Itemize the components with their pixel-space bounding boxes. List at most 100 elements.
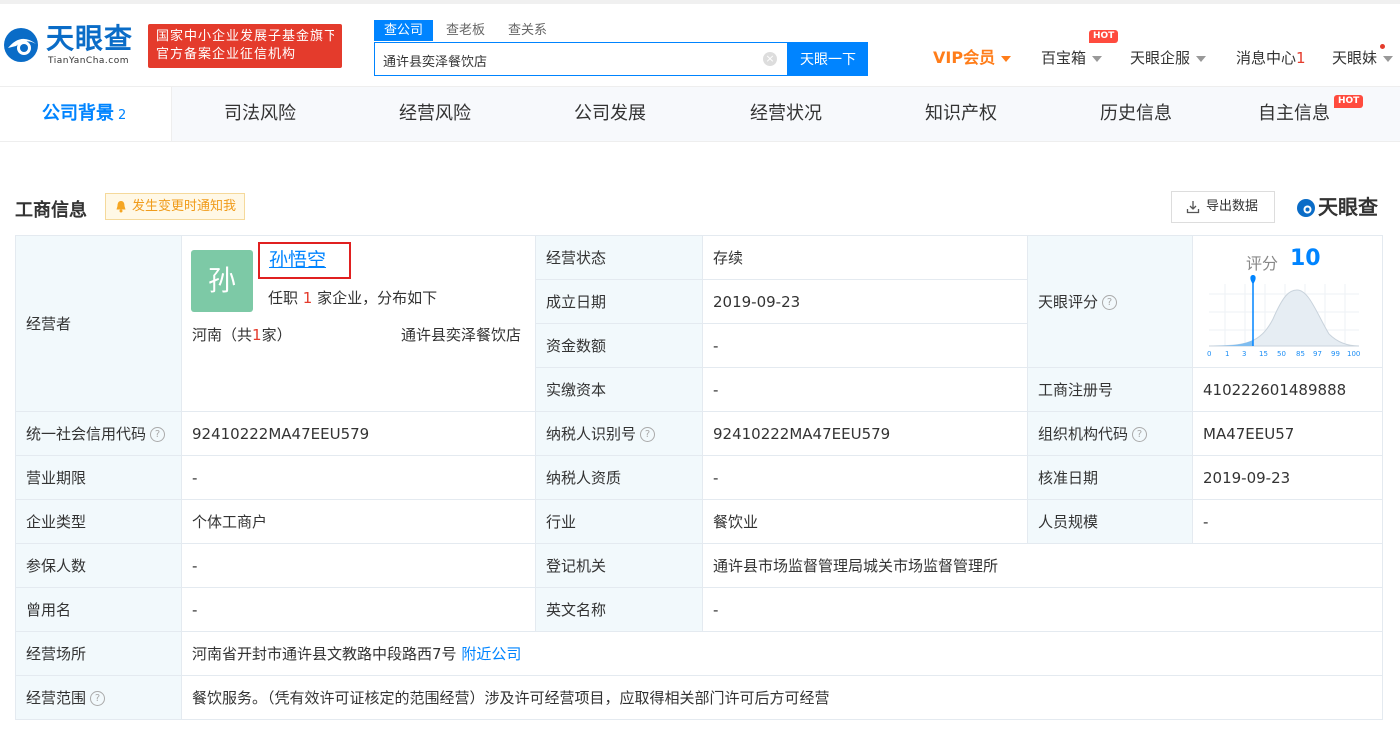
industry-label: 行业: [535, 499, 703, 544]
positions-suffix: 家企业，分布如下: [317, 289, 438, 307]
tab-relation[interactable]: 查关系: [508, 20, 547, 41]
table-row: 营业期限 - 纳税人资质 - 核准日期 2019-09-23: [15, 455, 1383, 500]
table-row: 实缴资本 - 工商注册号 410222601489888: [16, 367, 1383, 412]
help-icon[interactable]: ?: [1132, 427, 1148, 442]
chevron-down-icon: [1092, 55, 1103, 62]
fund-badge: 国家中小企业发展子基金旗下 官方备案企业征信机构: [148, 24, 342, 68]
tab-development[interactable]: 公司发展: [574, 87, 646, 141]
status-label: 经营状态: [535, 235, 703, 280]
nearby-companies-link[interactable]: 附近公司: [461, 645, 521, 663]
term-value: -: [181, 455, 536, 500]
help-icon[interactable]: ?: [1102, 295, 1118, 310]
export-label: 导出数据: [1206, 199, 1259, 214]
brand-text: 天眼查: [1318, 195, 1378, 219]
chevron-down-icon: [1001, 55, 1012, 62]
score-distribution-chart: 0 1 3 15 50 85 97 99 100: [1207, 275, 1360, 358]
business-info-table: 经营者 孙 孙悟空 任职 1 家企业，分布如下 河南（共1家） 通许县奕泽餐饮店…: [15, 235, 1383, 720]
fund-badge-line1: 国家中小企业发展子基金旗下: [156, 29, 334, 44]
brand-watermark: 天眼查: [1296, 194, 1378, 220]
distribution-curve: [1208, 289, 1360, 347]
eye-logo-icon: [4, 28, 38, 62]
operator-region[interactable]: 河南（共1家）: [192, 324, 292, 345]
site-header: 天眼查 TianYanCha.com 国家中小企业发展子基金旗下 官方备案企业征…: [0, 4, 1400, 84]
score-marker-pin: [1250, 275, 1256, 284]
industry-value: 餐饮业: [702, 499, 1028, 544]
user-menu[interactable]: 天眼妹: [1332, 46, 1394, 70]
tick-label: 0: [1207, 350, 1211, 358]
taxid-value: 92410222MA47EEU579: [702, 411, 1028, 456]
tab-company-background[interactable]: 公司背景 2: [0, 87, 172, 141]
user-name: 天眼妹: [1332, 49, 1378, 67]
score-cell[interactable]: 评分 10 0 1 3 15 50 85 97 99 100: [1192, 235, 1383, 368]
tab-count: 2: [118, 108, 127, 123]
approve-value: 2019-09-23: [1192, 455, 1383, 500]
paid-value: -: [702, 367, 1028, 412]
vip-menu[interactable]: VIP会员: [933, 46, 1012, 70]
score-title: 评分: [1246, 254, 1279, 273]
scope-label-cell: 经营范围?: [15, 675, 182, 720]
table-row: 曾用名 - 英文名称 -: [15, 587, 1383, 632]
former-value: -: [181, 587, 536, 632]
clear-icon[interactable]: ×: [763, 52, 777, 66]
taxid-label: 纳税人识别号: [546, 425, 637, 443]
address-label: 经营场所: [15, 631, 182, 676]
operator-name-link[interactable]: 孙悟空: [258, 242, 351, 279]
region-suffix: 家）: [261, 326, 292, 344]
tab-boss[interactable]: 查老板: [446, 20, 485, 41]
region-count: 1: [252, 326, 262, 344]
table-row: 统一社会信用代码? 92410222MA47EEU579 纳税人识别号? 924…: [15, 411, 1383, 456]
region-prefix: 河南（共: [192, 326, 253, 344]
positions-prefix: 任职: [268, 289, 299, 307]
tab-company[interactable]: 查公司: [374, 20, 434, 41]
english-label: 英文名称: [535, 587, 703, 632]
address-cell: 河南省开封市通许县文教路中段路西7号 附近公司: [181, 631, 1383, 676]
chevron-down-icon: [1383, 55, 1394, 62]
search-input[interactable]: [383, 50, 743, 70]
search-button[interactable]: 天眼一下: [788, 42, 868, 76]
term-label: 营业期限: [15, 455, 182, 500]
eye-logo-icon: [1297, 199, 1315, 217]
tick-label: 100: [1347, 350, 1360, 358]
regno-label: 工商注册号: [1027, 367, 1193, 412]
tick-label: 85: [1296, 350, 1305, 358]
notify-label: 发生变更时通知我: [132, 199, 237, 214]
vip-label: VIP会员: [933, 48, 996, 67]
site-logo[interactable]: 天眼查 TianYanCha.com: [2, 22, 142, 70]
treasure-menu[interactable]: 百宝箱: [1041, 46, 1103, 70]
operator-cell-spacer: [181, 367, 536, 412]
founded-label: 成立日期: [535, 279, 703, 324]
download-icon: [1186, 201, 1200, 214]
insured-label: 参保人数: [15, 543, 182, 588]
tab-operation-risk[interactable]: 经营风险: [399, 87, 471, 141]
help-icon[interactable]: ?: [640, 427, 656, 442]
credit-value: 92410222MA47EEU579: [181, 411, 536, 456]
enterprise-label: 天眼企服: [1130, 49, 1191, 67]
former-label: 曾用名: [15, 587, 182, 632]
help-icon[interactable]: ?: [150, 427, 166, 442]
export-button[interactable]: 导出数据: [1171, 191, 1275, 223]
table-row: 经营场所 河南省开封市通许县文教路中段路西7号 附近公司: [15, 631, 1383, 676]
tick-label: 1: [1225, 350, 1229, 358]
enterprise-menu[interactable]: 天眼企服: [1130, 46, 1207, 70]
tab-history[interactable]: 历史信息: [1100, 87, 1172, 141]
tab-legal-risk[interactable]: 司法风险: [224, 87, 296, 141]
table-row: 参保人数 - 登记机关 通许县市场监督管理局城关市场监督管理所: [15, 543, 1383, 588]
tab-self-info[interactable]: 自主信息: [1258, 87, 1330, 141]
score-label-cell: 天眼评分?: [1027, 235, 1193, 368]
tab-business-status[interactable]: 经营状况: [750, 87, 822, 141]
bell-icon: [116, 201, 126, 213]
table-row: 企业类型 个体工商户 行业 餐饮业 人员规模 -: [15, 499, 1383, 544]
help-icon[interactable]: ?: [90, 691, 106, 706]
tick-label: 3: [1242, 350, 1246, 358]
capital-value: -: [702, 323, 1028, 368]
tab-intellectual-property[interactable]: 知识产权: [925, 87, 997, 141]
tick-label: 50: [1277, 350, 1286, 358]
org-label: 组织机构代码: [1038, 425, 1129, 443]
operator-cell: 孙 孙悟空 任职 1 家企业，分布如下 河南（共1家） 通许县奕泽餐饮店: [181, 235, 536, 368]
notify-button[interactable]: 发生变更时通知我: [105, 193, 246, 220]
operator-company[interactable]: 通许县奕泽餐饮店: [401, 324, 521, 345]
message-center[interactable]: 消息中心1: [1236, 46, 1306, 70]
positions-count: 1: [302, 289, 313, 307]
english-value: -: [702, 587, 1383, 632]
chevron-down-icon: [1196, 55, 1207, 62]
